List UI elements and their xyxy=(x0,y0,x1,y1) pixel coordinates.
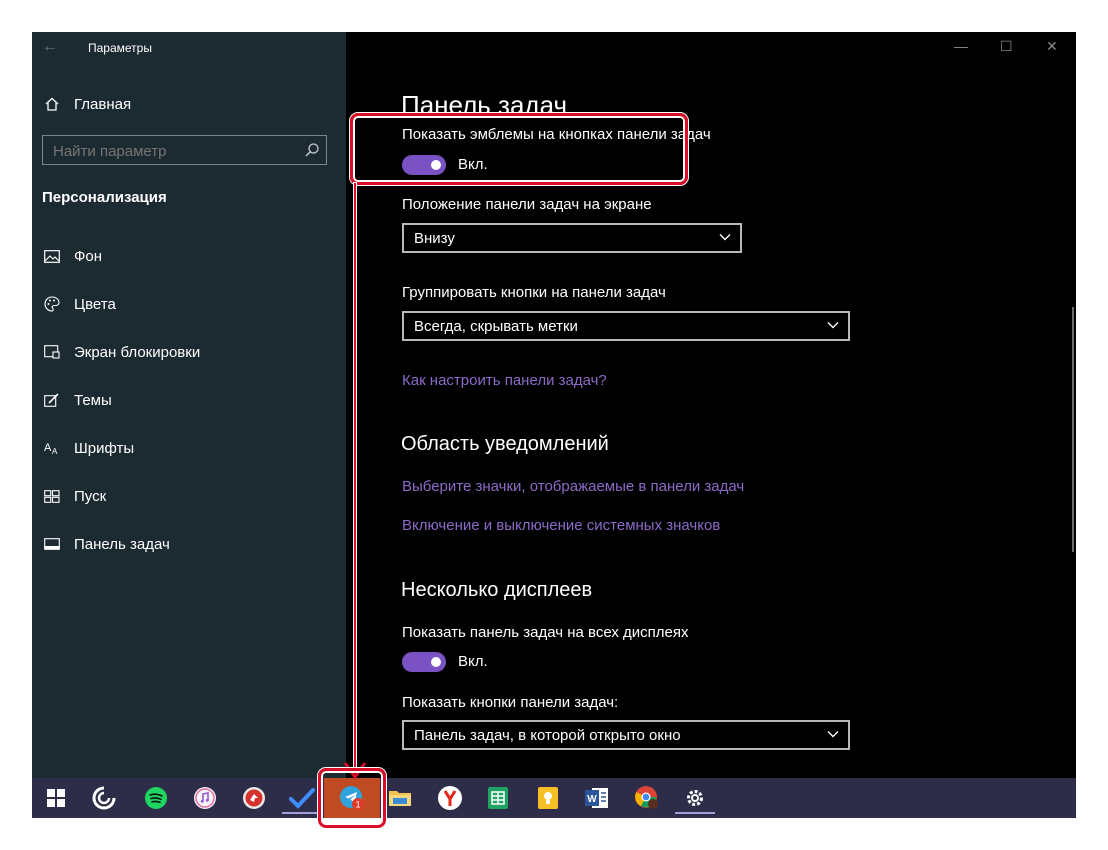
active-indicator xyxy=(675,812,715,814)
sidebar-item-home[interactable]: Главная xyxy=(42,92,131,116)
highlight-box-telegram xyxy=(318,768,386,828)
back-arrow-icon[interactable]: ← xyxy=(42,38,58,56)
background-image-icon xyxy=(42,248,62,264)
start-grid-icon xyxy=(42,488,62,504)
active-indicator xyxy=(282,812,322,814)
page-title: Панель задач xyxy=(401,90,568,112)
sidebar-item-label: Пуск xyxy=(74,487,107,505)
show-all-displays-state: Вкл. xyxy=(458,653,488,670)
chevron-down-icon xyxy=(826,318,840,336)
sidebar-item-label: Главная xyxy=(74,95,132,113)
yandex-icon[interactable] xyxy=(430,782,470,814)
select-icons-link[interactable]: Выберите значки, отображаемые в панели з… xyxy=(402,478,744,495)
todo-check-icon[interactable] xyxy=(282,782,322,814)
scrollbar[interactable] xyxy=(1072,307,1074,552)
position-value: Внизу xyxy=(414,229,455,247)
svg-text:A: A xyxy=(44,442,52,454)
svg-text:W: W xyxy=(587,794,597,805)
palette-icon xyxy=(42,296,62,312)
keep-icon[interactable] xyxy=(528,782,568,814)
show-buttons-value: Панель задач, в которой открыто окно xyxy=(414,726,681,744)
sheets-icon[interactable] xyxy=(478,782,518,814)
multiple-displays-heading: Несколько дисплеев xyxy=(401,579,593,601)
chrome-icon[interactable] xyxy=(627,782,667,814)
sidebar-item-label: Шрифты xyxy=(74,439,135,457)
svg-text:A: A xyxy=(52,447,58,455)
home-icon xyxy=(42,96,62,112)
taskbar-help-link[interactable]: Как настроить панели задач? xyxy=(402,372,607,389)
sidebar-item-label: Фон xyxy=(74,247,103,265)
search-field[interactable] xyxy=(42,135,327,166)
sidebar-item-label: Цвета xyxy=(74,295,116,313)
show-all-displays-toggle[interactable] xyxy=(402,652,446,672)
red-app-icon[interactable] xyxy=(234,782,274,814)
search-input[interactable] xyxy=(43,136,295,166)
themes-brush-icon xyxy=(42,392,62,408)
sidebar-item-background[interactable]: Фон xyxy=(42,244,102,268)
close-icon[interactable]: ✕ xyxy=(1046,38,1058,55)
font-icon: AA xyxy=(42,440,62,456)
group-label: Группировать кнопки на панели задач xyxy=(402,284,666,301)
settings-gear-icon[interactable] xyxy=(675,782,715,814)
position-label: Положение панели задач на экране xyxy=(402,196,652,213)
sidebar: ← Параметры Главная Персонализация Фон xyxy=(32,32,346,778)
sidebar-item-themes[interactable]: Темы xyxy=(42,388,112,412)
taskbar: 1 W xyxy=(32,778,1076,818)
window-title: Параметры xyxy=(88,41,152,55)
start-icon[interactable] xyxy=(36,782,76,814)
taskbar-icon xyxy=(42,536,62,552)
sidebar-item-label: Панель задач xyxy=(74,535,170,553)
cortana-icon[interactable] xyxy=(84,782,124,814)
sidebar-item-start[interactable]: Пуск xyxy=(42,484,106,508)
highlight-box-badges-setting xyxy=(350,113,688,185)
toggle-knob xyxy=(431,657,441,667)
itunes-icon[interactable] xyxy=(185,782,225,814)
lock-screen-icon xyxy=(42,344,62,360)
sidebar-item-label: Экран блокировки xyxy=(74,343,201,361)
position-dropdown[interactable]: Внизу xyxy=(402,223,742,253)
minimize-icon[interactable]: — xyxy=(954,38,968,54)
show-buttons-dropdown[interactable]: Панель задач, в которой открыто окно xyxy=(402,720,850,750)
section-title: Персонализация xyxy=(42,189,167,206)
sidebar-item-fonts[interactable]: AA Шрифты xyxy=(42,436,134,460)
word-icon[interactable]: W xyxy=(577,782,617,814)
chevron-down-icon xyxy=(718,230,732,248)
search-icon[interactable] xyxy=(304,142,320,163)
sidebar-item-taskbar[interactable]: Панель задач xyxy=(42,532,170,556)
group-value: Всегда, скрывать метки xyxy=(414,317,578,335)
maximize-icon[interactable]: ☐ xyxy=(1000,38,1013,55)
spotify-icon[interactable] xyxy=(136,782,176,814)
sidebar-item-label: Темы xyxy=(74,391,112,409)
annotation-arrow-line xyxy=(354,183,356,771)
sidebar-item-colors[interactable]: Цвета xyxy=(42,292,116,316)
notification-area-heading: Область уведомлений xyxy=(401,433,609,455)
system-icons-link[interactable]: Включение и выключение системных значков xyxy=(402,517,720,534)
chevron-down-icon xyxy=(826,727,840,745)
file-explorer-icon[interactable] xyxy=(380,782,420,814)
sidebar-item-lock-screen[interactable]: Экран блокировки xyxy=(42,340,200,364)
group-dropdown[interactable]: Всегда, скрывать метки xyxy=(402,311,850,341)
show-all-displays-label: Показать панель задач на всех дисплеях xyxy=(402,624,689,641)
show-buttons-label: Показать кнопки панели задач: xyxy=(402,694,619,711)
